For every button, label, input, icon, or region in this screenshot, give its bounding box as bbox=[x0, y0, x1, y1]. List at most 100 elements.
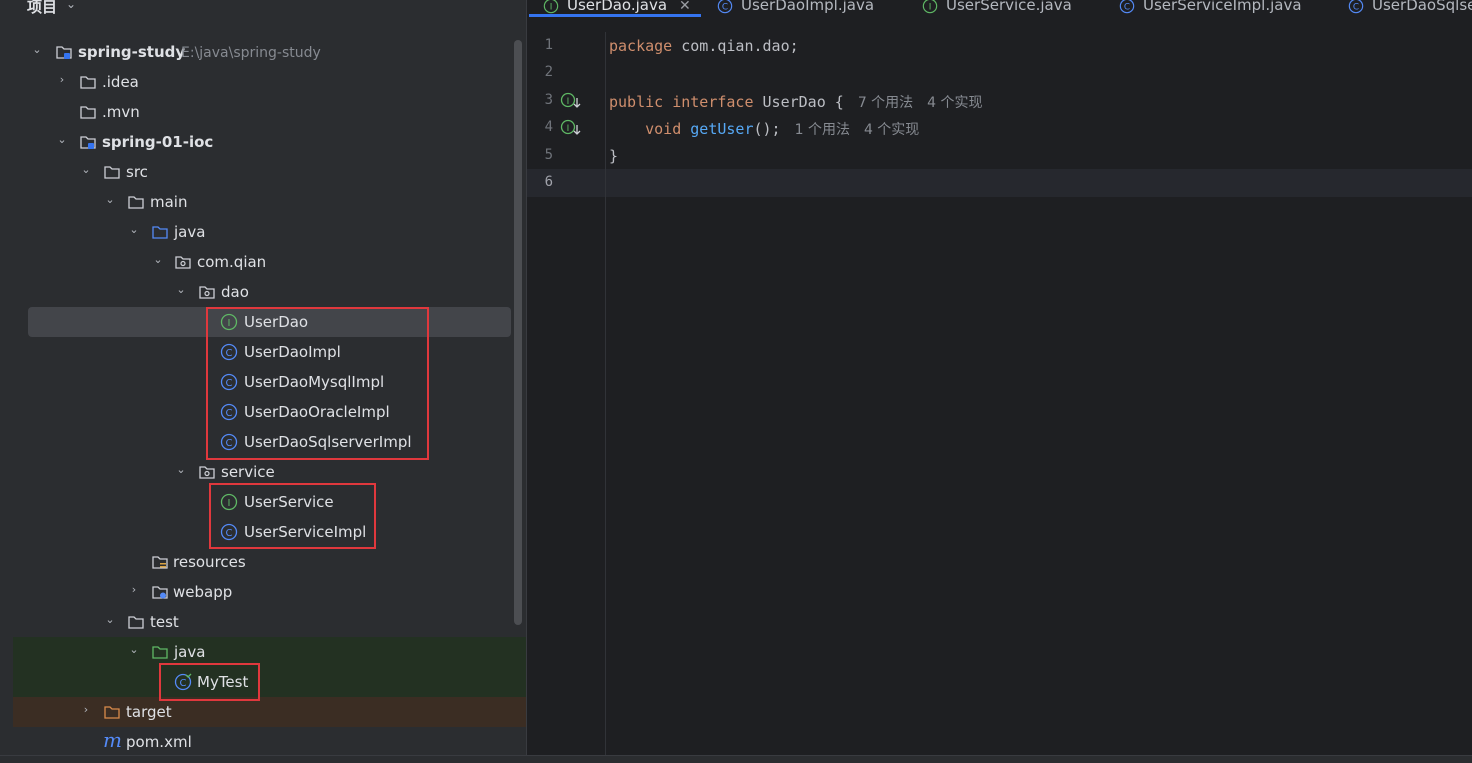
chevron-down-icon[interactable]: ⌄ bbox=[104, 194, 116, 206]
tree-item-label: java bbox=[174, 643, 206, 661]
tree-item-userserviceimpl[interactable]: C UserServiceImpl bbox=[13, 517, 513, 547]
class-icon: C bbox=[220, 343, 238, 361]
tab-userdaoimpl-java[interactable]: C UserDaoImpl.java bbox=[717, 0, 874, 18]
chevron-down-icon[interactable]: ⌄ bbox=[80, 164, 92, 176]
chevron-down-icon[interactable]: ⌄ bbox=[128, 224, 140, 236]
svg-text:I: I bbox=[550, 2, 553, 12]
tree-item-userdaoimpl[interactable]: C UserDaoImpl bbox=[13, 337, 513, 367]
tree-item-userdaosqlserverimpl[interactable]: C UserDaoSqlserverImpl bbox=[13, 427, 513, 457]
test-folder-icon bbox=[152, 646, 168, 659]
chevron-down-icon[interactable]: ⌄ bbox=[66, 0, 76, 11]
interface-icon: I bbox=[220, 493, 238, 511]
folder-icon bbox=[128, 196, 144, 209]
folder-icon bbox=[128, 616, 144, 629]
interface-icon: I bbox=[543, 0, 559, 13]
svg-text:C: C bbox=[226, 348, 233, 359]
tree-item-mytest[interactable]: C MyTest bbox=[13, 667, 526, 697]
class-icon: C bbox=[220, 403, 238, 421]
svg-text:C: C bbox=[226, 528, 233, 539]
tree-item-java-test[interactable]: ⌄ java bbox=[13, 637, 526, 667]
tab-userdaosqlserverimpl-java[interactable]: C UserDaoSqlse bbox=[1348, 0, 1472, 18]
project-path: E:\java\spring-study bbox=[181, 45, 321, 61]
chevron-down-icon[interactable]: ⌄ bbox=[175, 284, 187, 296]
tree-item-userdao[interactable]: I UserDao bbox=[28, 307, 511, 337]
tree-item-label: webapp bbox=[173, 583, 233, 601]
tree-item-main[interactable]: ⌄ main bbox=[13, 187, 513, 217]
current-line-highlight bbox=[527, 169, 1472, 197]
folder-icon bbox=[80, 106, 96, 119]
implemented-by-icon[interactable]: I bbox=[560, 92, 582, 110]
line-number: 4 bbox=[544, 119, 553, 135]
module-folder-icon bbox=[56, 46, 72, 59]
folder-icon bbox=[80, 76, 96, 89]
svg-text:C: C bbox=[180, 678, 187, 689]
tree-item-userdaomysqlimpl[interactable]: C UserDaoMysqlImpl bbox=[13, 367, 513, 397]
tree-item-label: service bbox=[221, 463, 275, 481]
line-number: 1 bbox=[544, 37, 553, 53]
maven-icon: m bbox=[103, 728, 122, 752]
tree-item-resources[interactable]: resources bbox=[13, 547, 513, 577]
chevron-right-icon[interactable]: › bbox=[80, 704, 92, 716]
chevron-down-icon[interactable]: ⌄ bbox=[175, 464, 187, 476]
tab-label: UserDaoImpl.java bbox=[741, 0, 875, 14]
usages-hint[interactable]: 1 个用法 bbox=[795, 122, 850, 138]
chevron-down-icon[interactable]: ⌄ bbox=[31, 44, 43, 56]
svg-text:C: C bbox=[226, 408, 233, 419]
close-icon[interactable]: ✕ bbox=[679, 0, 691, 14]
tree-item-label: spring-01-ioc bbox=[102, 133, 214, 151]
code-line-3[interactable]: public interface UserDao {7 个用法 4 个实现 bbox=[609, 92, 983, 112]
web-folder-icon bbox=[152, 586, 168, 599]
excluded-folder-icon bbox=[104, 706, 120, 719]
implemented-by-icon[interactable]: I bbox=[560, 119, 582, 137]
tree-item-src[interactable]: ⌄ src bbox=[13, 157, 513, 187]
tree-item-label: UserServiceImpl bbox=[244, 523, 367, 541]
code-line-4[interactable]: void getUser(); 1 个用法 4 个实现 bbox=[609, 119, 919, 139]
tree-item-spring-01-ioc[interactable]: ⌄ spring-01-ioc bbox=[13, 127, 513, 157]
svg-text:C: C bbox=[226, 378, 233, 389]
tree-item-webapp[interactable]: › webapp bbox=[13, 577, 513, 607]
svg-text:C: C bbox=[722, 2, 728, 12]
code-text: UserDao { bbox=[753, 93, 844, 111]
tree-item-target[interactable]: › target bbox=[13, 697, 526, 727]
interface-icon: I bbox=[922, 0, 938, 13]
tab-userserviceimpl-java[interactable]: C UserServiceImpl.java bbox=[1119, 0, 1302, 18]
code-line-5[interactable]: } bbox=[609, 147, 618, 165]
tree-item-label: dao bbox=[221, 283, 249, 301]
tree-item-service[interactable]: ⌄ service bbox=[13, 457, 513, 487]
chevron-down-icon[interactable]: ⌄ bbox=[104, 614, 116, 626]
chevron-right-icon[interactable]: › bbox=[128, 584, 140, 596]
chevron-down-icon[interactable]: ⌄ bbox=[56, 134, 68, 146]
tree-item-dao[interactable]: ⌄ dao bbox=[13, 277, 513, 307]
code-text: (); bbox=[753, 120, 781, 138]
tree-item-spring-study[interactable]: ⌄ spring-study E:\java\spring-study bbox=[13, 37, 513, 67]
tree-item-label: main bbox=[150, 193, 188, 211]
class-icon: C bbox=[220, 523, 238, 541]
class-icon: C bbox=[1119, 0, 1135, 13]
test-class-icon: C bbox=[174, 673, 192, 691]
tree-item-label: src bbox=[126, 163, 148, 181]
module-folder-icon bbox=[80, 136, 96, 149]
implementations-hint[interactable]: 4 个实现 bbox=[927, 95, 982, 111]
tree-item-label: com.qian bbox=[197, 253, 267, 271]
tree-item-java-source[interactable]: ⌄ java bbox=[13, 217, 513, 247]
tree-item-idea[interactable]: › .idea bbox=[13, 67, 513, 97]
svg-text:I: I bbox=[929, 2, 932, 12]
editor-area: I UserDao.java ✕ C UserDaoImpl.java I Use… bbox=[526, 0, 1472, 763]
implementations-hint[interactable]: 4 个实现 bbox=[864, 122, 919, 138]
tree-scrollbar[interactable] bbox=[514, 40, 522, 625]
tree-item-userdaooracleimpl[interactable]: C UserDaoOracleImpl bbox=[13, 397, 513, 427]
tree-item-mvn[interactable]: .mvn bbox=[13, 97, 513, 127]
line-number: 3 bbox=[544, 92, 553, 108]
code-line-1[interactable]: package com.qian.dao; bbox=[609, 37, 799, 55]
tab-userservice-java[interactable]: I UserService.java bbox=[922, 0, 1072, 18]
tree-item-test[interactable]: ⌄ test bbox=[13, 607, 513, 637]
usages-hint[interactable]: 7 个用法 bbox=[858, 95, 913, 111]
source-folder-icon bbox=[152, 226, 168, 239]
chevron-right-icon[interactable]: › bbox=[56, 74, 68, 86]
tree-item-pom-xml[interactable]: m pom.xml bbox=[13, 727, 513, 757]
tree-item-com-qian[interactable]: ⌄ com.qian bbox=[13, 247, 513, 277]
project-title[interactable]: 项目 bbox=[27, 0, 57, 17]
chevron-down-icon[interactable]: ⌄ bbox=[128, 644, 140, 656]
chevron-down-icon[interactable]: ⌄ bbox=[152, 254, 164, 266]
tree-item-userservice[interactable]: I UserService bbox=[13, 487, 513, 517]
